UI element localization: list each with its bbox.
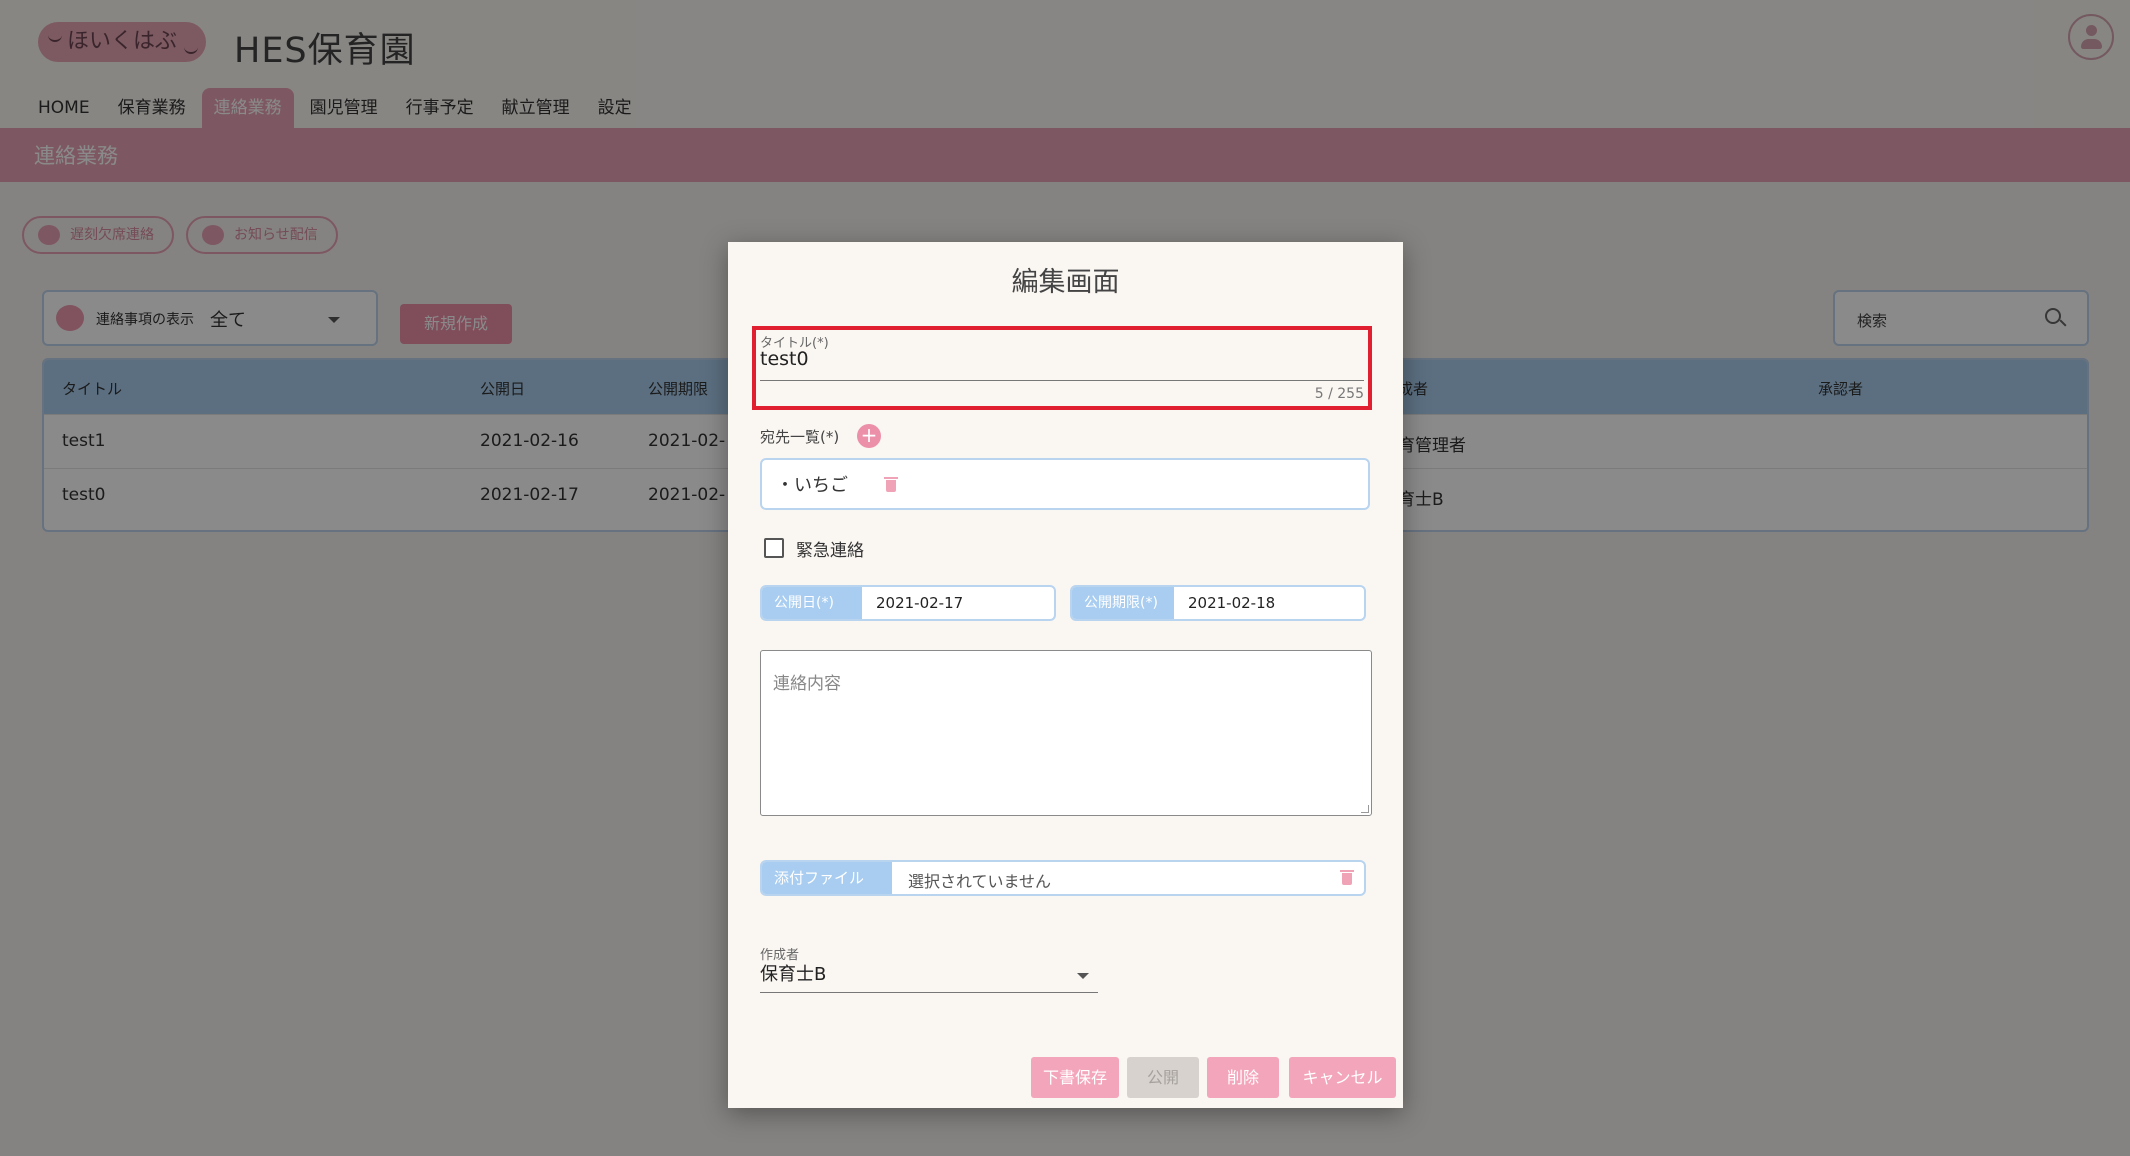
delete-button[interactable]: 削除 xyxy=(1207,1057,1279,1098)
content-textarea[interactable]: 連絡内容 xyxy=(760,650,1372,816)
dialog-title: 編集画面 xyxy=(1011,267,1120,298)
content-placeholder: 連絡内容 xyxy=(773,674,841,694)
cancel-button[interactable]: キャンセル xyxy=(1289,1057,1396,1098)
resize-handle-icon[interactable] xyxy=(1361,805,1369,813)
recipients-label: 宛先一覧(*) xyxy=(760,428,840,446)
attachment-field[interactable]: 添付ファイル 選択されていません xyxy=(760,860,1366,896)
attachment-value: 選択されていません xyxy=(908,872,1052,891)
publish-limit-input[interactable]: 2021-02-18 xyxy=(1188,594,1275,612)
publish-date-field[interactable]: 公開日(*) 2021-02-17 xyxy=(760,585,1056,621)
author-select[interactable]: 保育士B xyxy=(760,960,826,986)
add-recipient-button[interactable]: + xyxy=(857,424,881,448)
author-underline xyxy=(760,992,1098,993)
recipient-item: ・いちご xyxy=(776,475,848,496)
trash-icon[interactable] xyxy=(1340,870,1354,885)
publish-date-label: 公開日(*) xyxy=(762,587,862,619)
recipients-list: ・いちご xyxy=(760,458,1370,510)
save-draft-button[interactable]: 下書保存 xyxy=(1031,1057,1119,1098)
edit-dialog: 編集画面 タイトル(*) test0 5 / 255 宛先一覧(*) + ・いち… xyxy=(728,242,1403,1108)
title-underline xyxy=(760,380,1364,381)
urgent-label[interactable]: 緊急連絡 xyxy=(796,536,864,561)
publish-date-input[interactable]: 2021-02-17 xyxy=(876,594,963,612)
title-field[interactable]: タイトル(*) test0 5 / 255 xyxy=(752,326,1372,410)
publish-limit-field[interactable]: 公開期限(*) 2021-02-18 xyxy=(1070,585,1366,621)
trash-icon[interactable] xyxy=(884,477,898,492)
attachment-label[interactable]: 添付ファイル xyxy=(762,862,892,894)
title-input[interactable]: test0 xyxy=(760,348,809,370)
publish-button[interactable]: 公開 xyxy=(1127,1057,1199,1098)
chevron-down-icon[interactable] xyxy=(1077,973,1089,979)
publish-limit-label: 公開期限(*) xyxy=(1072,587,1174,619)
title-char-counter: 5 / 255 xyxy=(1314,386,1364,402)
urgent-checkbox[interactable] xyxy=(764,538,784,558)
